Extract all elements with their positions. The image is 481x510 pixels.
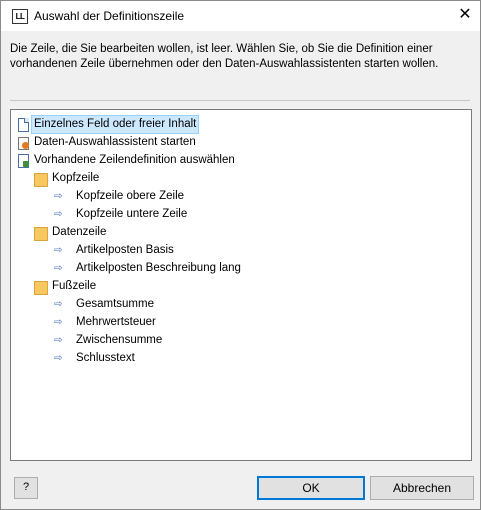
- tree-item-label: Kopfzeile: [52, 172, 100, 184]
- wizard-icon: [16, 136, 30, 150]
- dialog-window: LL Auswahl der Definitionszeile ✕ Die Ze…: [0, 0, 481, 510]
- window-title: Auswahl der Definitionszeile: [34, 9, 185, 23]
- tree-item-single-field[interactable]: Einzelnes Feld oder freier Inhalt: [16, 115, 200, 134]
- close-button[interactable]: ✕: [450, 1, 480, 31]
- folder-icon: [34, 280, 48, 295]
- definition-tree[interactable]: Einzelnes Feld oder freier Inhalt Daten-…: [10, 109, 472, 461]
- arrow-icon: ⇨: [54, 245, 63, 256]
- folder-icon: [34, 226, 48, 241]
- tree-item-label: Kopfzeile obere Zeile: [76, 190, 185, 202]
- tree-item-schlusstext[interactable]: ⇨ Schlusstext: [54, 350, 137, 367]
- help-button[interactable]: ?: [14, 477, 38, 499]
- tree-item-existing-definition[interactable]: Vorhandene Zeilendefinition auswählen: [16, 152, 237, 169]
- help-icon: ?: [22, 481, 30, 493]
- folder-icon: [34, 172, 48, 187]
- arrow-icon: ⇨: [54, 209, 63, 220]
- tree-item-label: Artikelposten Beschreibung lang: [76, 262, 241, 274]
- tree-item-label: Kopfzeile untere Zeile: [76, 208, 188, 220]
- ok-button[interactable]: OK: [257, 476, 365, 500]
- message-line-1: Die Zeile, die Sie bearbeiten wollen, is…: [10, 43, 433, 55]
- tree-item-kopfzeile-untere[interactable]: ⇨ Kopfzeile untere Zeile: [54, 206, 189, 223]
- tree-item-label: Mehrwertsteuer: [76, 316, 156, 328]
- arrow-icon: ⇨: [54, 263, 63, 274]
- arrow-icon: ⇨: [54, 191, 63, 202]
- tree-item-wizard[interactable]: Daten-Auswahlassistent starten: [16, 134, 198, 151]
- tree-item-artikelposten-basis[interactable]: ⇨ Artikelposten Basis: [54, 242, 176, 259]
- tree-item-label: Zwischensumme: [76, 334, 163, 346]
- arrow-icon: ⇨: [54, 299, 63, 310]
- tree-folder-fusszeile[interactable]: Fußzeile: [34, 278, 98, 295]
- tree-item-mehrwertsteuer[interactable]: ⇨ Mehrwertsteuer: [54, 314, 158, 331]
- tree-item-zwischensumme[interactable]: ⇨ Zwischensumme: [54, 332, 164, 349]
- arrow-icon: ⇨: [54, 317, 63, 328]
- instruction-message: Die Zeile, die Sie bearbeiten wollen, is…: [10, 42, 470, 72]
- tree-item-artikelposten-beschreibung[interactable]: ⇨ Artikelposten Beschreibung lang: [54, 260, 243, 277]
- tree-item-gesamtsumme[interactable]: ⇨ Gesamtsumme: [54, 296, 156, 313]
- select-definition-icon: [16, 153, 30, 168]
- tree-item-label: Schlusstext: [76, 352, 135, 364]
- tree-item-label: Fußzeile: [52, 280, 97, 292]
- tree-item-label: Daten-Auswahlassistent starten: [34, 136, 196, 148]
- tree-item-label: Vorhandene Zeilendefinition auswählen: [34, 154, 235, 166]
- document-icon: [16, 117, 30, 132]
- tree-item-label: Datenzeile: [52, 226, 107, 238]
- arrow-icon: ⇨: [54, 335, 63, 346]
- app-logo-icon: LL: [12, 9, 28, 24]
- tree-item-label: Artikelposten Basis: [76, 244, 174, 256]
- tree-item-kopfzeile-obere[interactable]: ⇨ Kopfzeile obere Zeile: [54, 188, 186, 205]
- divider: [10, 100, 470, 101]
- tree-item-label: Einzelnes Feld oder freier Inhalt: [30, 115, 200, 134]
- arrow-icon: ⇨: [54, 353, 63, 364]
- tree-folder-kopfzeile[interactable]: Kopfzeile: [34, 170, 101, 187]
- tree-item-label: Gesamtsumme: [76, 298, 154, 310]
- cancel-button[interactable]: Abbrechen: [370, 476, 474, 500]
- title-bar: LL Auswahl der Definitionszeile ✕: [1, 1, 480, 31]
- message-line-2: vorhandenen Zeile übernehmen oder den Da…: [10, 58, 439, 70]
- tree-folder-datenzeile[interactable]: Datenzeile: [34, 224, 108, 241]
